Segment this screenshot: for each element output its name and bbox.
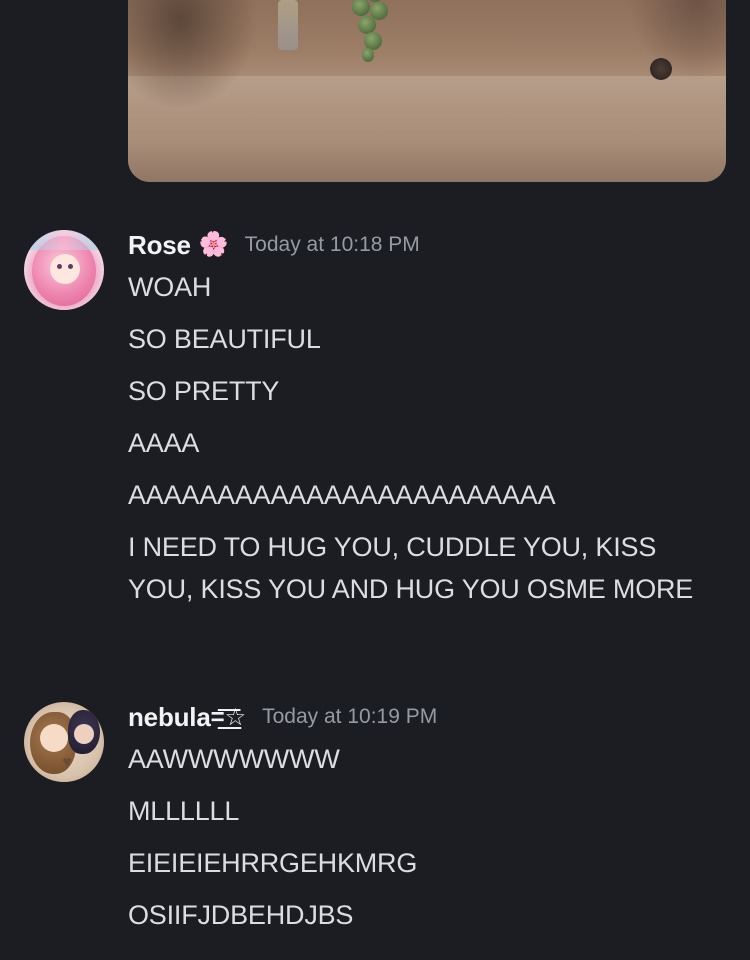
message-line: WOAH <box>128 272 212 302</box>
message-line: AAAA <box>128 428 200 458</box>
image-shade <box>128 0 258 110</box>
image-wheel <box>650 58 672 80</box>
message-header: nebula =͟͟͞͞☆ Today at 10:19 PM <box>128 696 437 738</box>
image-object <box>628 0 726 80</box>
message-line: SO BEAUTIFUL <box>128 324 321 354</box>
avatar-rose[interactable] <box>24 230 104 310</box>
username[interactable]: nebula <box>128 702 211 733</box>
message-line: I NEED TO HUG YOU, CUDDLE YOU, KISS YOU,… <box>128 532 694 604</box>
message-line: OSIIFJDBEHDJBS <box>128 900 354 930</box>
message-line: AAWWWWWWW <box>128 744 340 774</box>
image-attachment[interactable] <box>128 0 726 182</box>
message-line: SO PRETTY <box>128 376 280 406</box>
image-stripe <box>278 0 298 50</box>
flower-badge-icon: 🌸 <box>198 231 229 258</box>
timestamp[interactable]: Today at 10:19 PM <box>262 705 437 729</box>
message-header: Rose 🌸 Today at 10:18 PM <box>128 224 420 266</box>
message-body: AAWWWWWWW MLLLLLL EIEIEIEHRRGEHKMRG OSII… <box>128 738 708 946</box>
avatar-nebula[interactable]: ♥ <box>24 702 104 782</box>
username[interactable]: Rose <box>128 230 191 261</box>
image-plant <box>348 0 400 75</box>
message-line: EIEIEIEHRRGEHKMRG <box>128 848 418 878</box>
message-line: MLLLLLL <box>128 796 240 826</box>
star-badge-icon: =͟͟͞͞☆ <box>210 703 247 731</box>
message-line: AAAAAAAAAAAAAAAAAAAAAAAA <box>128 480 556 510</box>
timestamp[interactable]: Today at 10:18 PM <box>245 233 420 257</box>
message-body: WOAH SO BEAUTIFUL SO PRETTY AAAA AAAAAAA… <box>128 266 708 620</box>
